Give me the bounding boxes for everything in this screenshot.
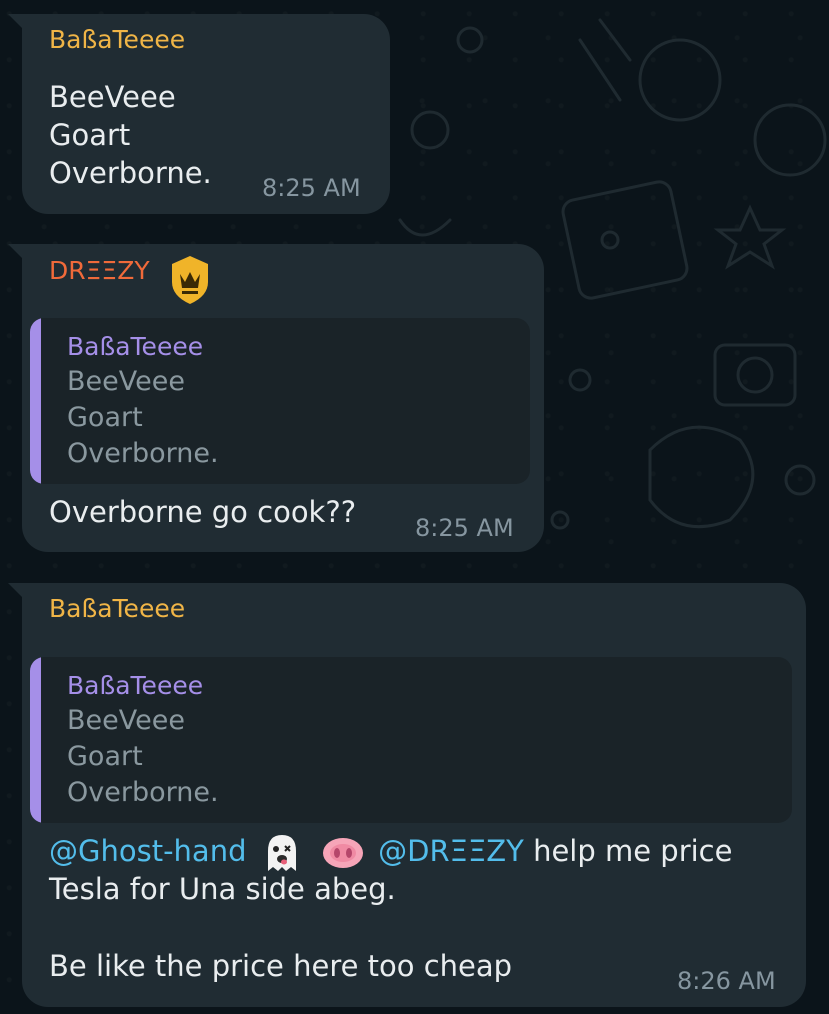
quote-accent-bar [30, 318, 41, 484]
message-bubble-2[interactable]: DRΞΞZY BaßaTeeee BeeVeee Goart Overborne… [8, 244, 544, 552]
mention-dreezy[interactable]: @DRΞΞZY [378, 834, 524, 868]
message-time: 8:26 AM [677, 967, 776, 995]
message-sender[interactable]: BaßaTeeee [49, 25, 185, 55]
message-bubble-3[interactable]: BaßaTeeee BaßaTeeee BeeVeee Goart Overbo… [8, 583, 806, 1007]
quote-sender: BaßaTeeee [67, 332, 204, 361]
message-line-1: @Ghost-hand @DRΞΞZY help me price [49, 832, 732, 873]
crown-icon [172, 256, 208, 304]
reply-quote[interactable]: BaßaTeeee BeeVeee Goart Overborne. [30, 657, 792, 823]
ghost-emoji [267, 835, 296, 871]
mention-ghost-hand[interactable]: @Ghost-hand [49, 834, 246, 868]
message-text-rest: help me price [523, 834, 733, 868]
quote-sender: BaßaTeeee [67, 671, 204, 700]
message-bubble-1[interactable]: BaßaTeeee BeeVeee Goart Overborne. 8:25 … [8, 14, 390, 214]
pig-nose-emoji [322, 838, 363, 868]
quote-accent-bar [30, 657, 41, 823]
message-line-3: Be like the price here too cheap [49, 949, 513, 983]
message-time: 8:25 AM [415, 514, 514, 542]
quote-text: BeeVeee Goart Overborne. [67, 366, 219, 469]
message-text: BeeVeee Goart Overborne. [49, 80, 212, 190]
message-line-2: Tesla for Una side abeg. [49, 872, 396, 906]
message-time: 8:25 AM [262, 174, 361, 202]
quote-text: BeeVeee Goart Overborne. [67, 705, 219, 808]
reply-quote[interactable]: BaßaTeeee BeeVeee Goart Overborne. [30, 318, 530, 484]
message-text: Overborne go cook?? [49, 495, 357, 529]
chat-view: BaßaTeeee BeeVeee Goart Overborne. 8:25 … [0, 0, 829, 1014]
message-sender[interactable]: DRΞΞZY [49, 256, 150, 286]
message-sender[interactable]: BaßaTeeee [49, 594, 185, 624]
